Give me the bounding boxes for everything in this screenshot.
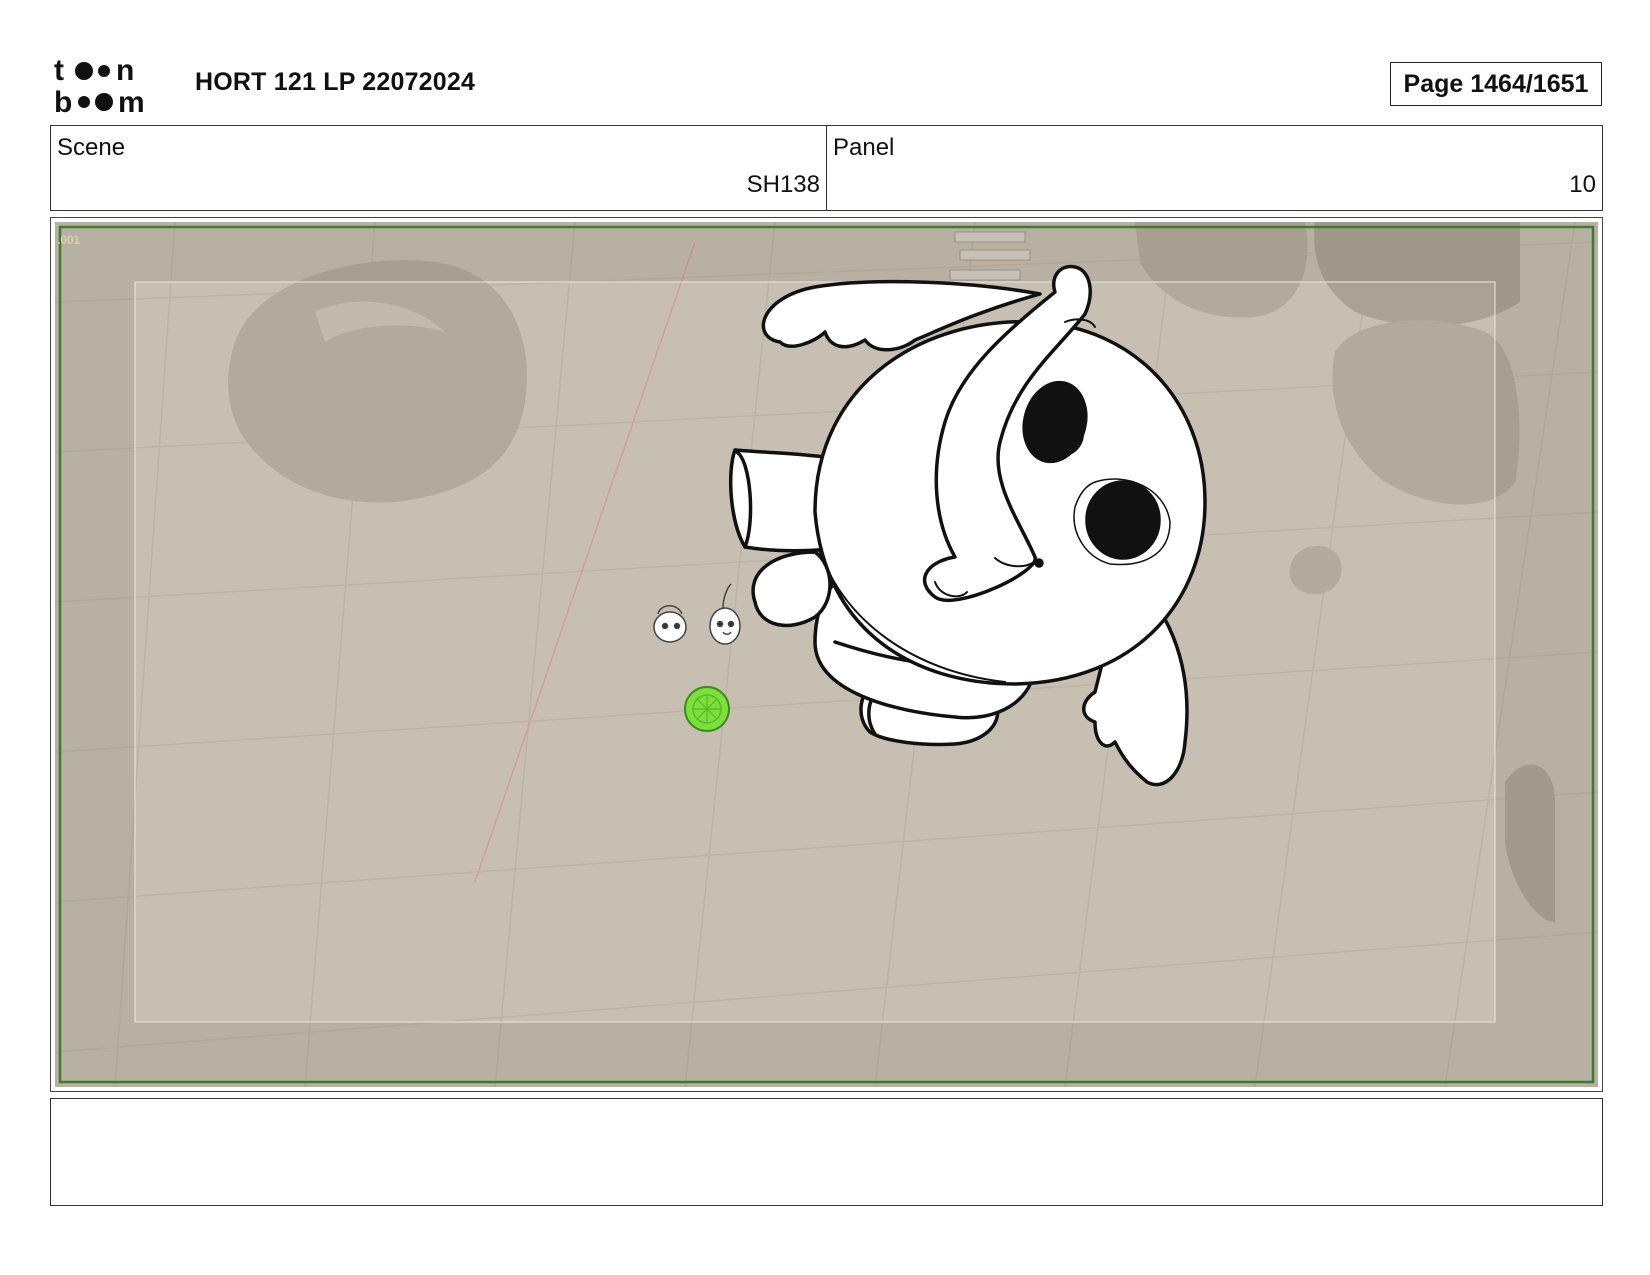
svg-text:t: t: [54, 54, 64, 87]
camera-label: .001: [57, 233, 81, 247]
scene-cell: Scene SH138: [51, 126, 826, 210]
panel-cell: Panel 10: [826, 126, 1602, 210]
panel-value: 10: [1569, 171, 1596, 198]
boulder-left: [228, 260, 527, 503]
elephant-eye-right: [1085, 480, 1161, 560]
svg-text:b: b: [54, 86, 72, 116]
panel-drawing: .001: [55, 222, 1598, 1087]
scene-label: Scene: [57, 134, 126, 161]
toonboom-logo: t n b m: [54, 54, 145, 116]
green-ball: [684, 686, 730, 732]
document-title: HORT 121 LP 22072024: [195, 68, 476, 96]
scene-panel-row: Scene SH138 Panel 10: [50, 125, 1603, 211]
svg-text:n: n: [116, 54, 134, 87]
panel-label: Panel: [833, 134, 895, 161]
page-indicator: Page 1464/1651: [1390, 62, 1602, 106]
svg-text:m: m: [118, 86, 145, 116]
notes-box: [50, 1098, 1603, 1206]
storyboard-frame: .001: [50, 217, 1603, 1092]
scene-value: SH138: [746, 171, 820, 198]
